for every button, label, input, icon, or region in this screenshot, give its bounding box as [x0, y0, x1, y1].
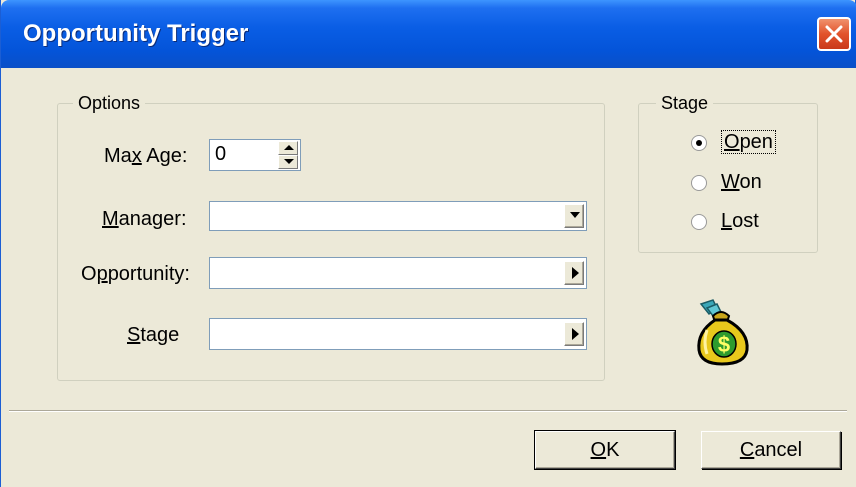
manager-dropdown-button[interactable] [564, 204, 584, 228]
max-age-label: Max Age: [104, 145, 188, 167]
cancel-button[interactable]: Cancel [701, 431, 841, 469]
radio-label-won: Won [721, 171, 762, 193]
opportunity-browse-button[interactable] [564, 261, 584, 285]
manager-label: Manager: [102, 208, 187, 230]
radio-label-open: Open [721, 130, 776, 154]
radio-lost[interactable]: Lost [691, 210, 791, 234]
chevron-down-icon [570, 212, 580, 218]
triangle-right-icon [572, 267, 579, 279]
window-title: Opportunity Trigger [23, 20, 249, 47]
opportunity-label: Opportunity: [81, 263, 190, 285]
stage-field[interactable] [209, 318, 587, 350]
close-icon [825, 25, 843, 43]
money-bag-icon: $ [697, 299, 749, 366]
spin-up-icon [284, 145, 294, 150]
spin-down-button[interactable] [278, 155, 298, 169]
dialog-window: Opportunity Trigger Options Max Age: 0 M… [0, 0, 856, 487]
title-bar[interactable]: Opportunity Trigger [1, 0, 856, 68]
button-divider [9, 410, 847, 412]
stage-group-legend: Stage [656, 93, 714, 114]
spin-up-button[interactable] [278, 141, 298, 155]
radio-open[interactable]: Open [691, 130, 791, 155]
max-age-spinner[interactable] [278, 141, 298, 169]
opportunity-field[interactable] [209, 257, 587, 289]
stage-label: Stage [127, 324, 180, 346]
ok-button[interactable]: OK [534, 430, 676, 470]
svg-text:$: $ [718, 332, 730, 357]
radio-button[interactable] [691, 135, 707, 151]
options-group-legend: Options [73, 93, 146, 114]
radio-button[interactable] [691, 175, 707, 191]
triangle-right-icon [572, 328, 579, 340]
close-button[interactable] [817, 17, 851, 51]
radio-selected-dot [696, 140, 702, 146]
manager-combobox[interactable] [209, 201, 587, 231]
spin-down-icon [284, 159, 294, 164]
radio-button[interactable] [691, 214, 707, 230]
radio-won[interactable]: Won [691, 171, 791, 195]
radio-label-lost: Lost [721, 210, 759, 232]
dialog-body: Options Max Age: 0 Manager: Opportunity: [1, 68, 856, 487]
stage-browse-button[interactable] [564, 322, 584, 346]
